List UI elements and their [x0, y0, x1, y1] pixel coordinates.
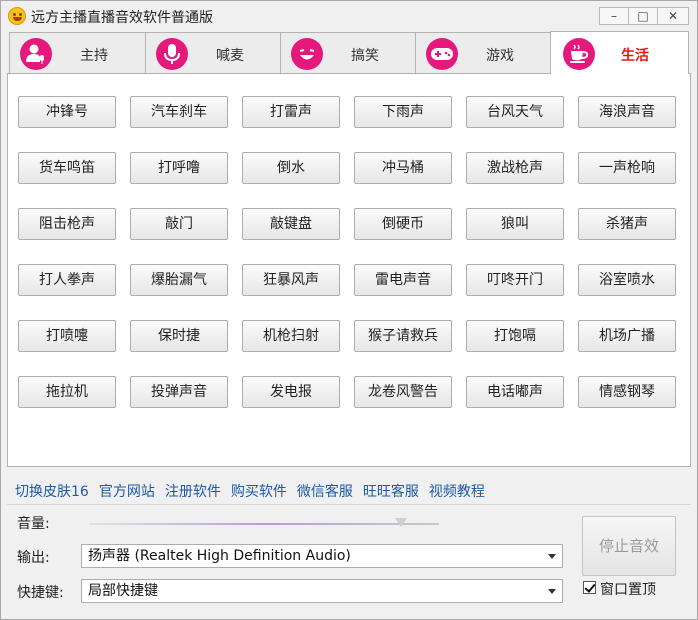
window-on-top-checkbox[interactable]: [583, 581, 596, 594]
buy-link[interactable]: 购买软件: [231, 481, 287, 501]
sound-button[interactable]: 冲锋号: [18, 96, 116, 128]
sound-button[interactable]: 保时捷: [130, 320, 228, 352]
sound-button[interactable]: 打饱嗝: [466, 320, 564, 352]
chevron-down-icon: [548, 554, 556, 559]
sound-button[interactable]: 冲马桶: [354, 152, 452, 184]
sound-button[interactable]: 爆胎漏气: [130, 264, 228, 296]
tab-label: 生活: [621, 48, 649, 64]
tab-label: 喊麦: [216, 48, 244, 64]
sound-button[interactable]: 叮咚开门: [466, 264, 564, 296]
tab-host[interactable]: 主持: [9, 32, 146, 73]
chevron-down-icon: [548, 589, 556, 594]
sound-button[interactable]: 投弹声音: [130, 376, 228, 408]
minimize-icon: –: [611, 9, 617, 23]
coffee-cup-icon: [563, 38, 595, 70]
volume-slider-thumb[interactable]: [394, 518, 407, 527]
hotkey-value: 局部快捷键: [88, 583, 158, 599]
sound-button[interactable]: 机场广播: [578, 320, 676, 352]
sound-button-panel: 冲锋号 汽车刹车 打雷声 下雨声 台风天气 海浪声音货车鸣笛 打呼噜 倒水 冲马桶 激战枪声 一声枪…: [7, 73, 691, 467]
sound-button[interactable]: 敲键盘: [242, 208, 340, 240]
sound-button[interactable]: 情感钢琴: [578, 376, 676, 408]
sound-button[interactable]: 打雷声: [242, 96, 340, 128]
app-window: 远方主播直播音效软件普通版 – □ ✕ 主持 喊麦 搞笑 游戏 生活 冲锋号 汽…: [0, 0, 698, 620]
sound-button[interactable]: 敲门: [130, 208, 228, 240]
sound-button[interactable]: 浴室喷水: [578, 264, 676, 296]
official-site-link[interactable]: 官方网站: [99, 481, 155, 501]
minimize-button[interactable]: –: [599, 7, 629, 25]
window-controls: – □ ✕: [599, 7, 689, 25]
sound-button[interactable]: 雷电声音: [354, 264, 452, 296]
footer-links: 切换皮肤16 官方网站 注册软件 购买软件 微信客服 旺旺客服 视频教程: [15, 481, 495, 501]
sound-button[interactable]: 阻击枪声: [18, 208, 116, 240]
window-on-top-label: 窗口置顶: [600, 582, 656, 598]
tab-label: 搞笑: [351, 48, 379, 64]
output-device-select[interactable]: 扬声器 (Realtek High Definition Audio): [81, 544, 563, 568]
category-tabs: 主持 喊麦 搞笑 游戏 生活: [9, 31, 689, 74]
tab-shout[interactable]: 喊麦: [145, 32, 281, 73]
window-title: 远方主播直播音效软件普通版: [31, 10, 213, 26]
stop-sound-button[interactable]: 停止音效: [582, 516, 676, 576]
gamepad-icon: [426, 38, 458, 70]
wangwang-support-link[interactable]: 旺旺客服: [363, 481, 419, 501]
sound-button[interactable]: 打喷嚏: [18, 320, 116, 352]
sound-button[interactable]: 打人拳声: [18, 264, 116, 296]
sound-button[interactable]: 拖拉机: [18, 376, 116, 408]
close-icon: ✕: [667, 9, 679, 23]
sound-button[interactable]: 激战枪声: [466, 152, 564, 184]
close-button[interactable]: ✕: [657, 7, 689, 25]
sound-button[interactable]: 下雨声: [354, 96, 452, 128]
sound-button[interactable]: 打呼噜: [130, 152, 228, 184]
hotkey-label: 快捷键:: [17, 585, 64, 601]
hotkey-select[interactable]: 局部快捷键: [81, 579, 563, 603]
sound-button[interactable]: 海浪声音: [578, 96, 676, 128]
tab-life[interactable]: 生活: [550, 31, 689, 74]
tab-game[interactable]: 游戏: [415, 32, 551, 73]
title-bar: 远方主播直播音效软件普通版 – □ ✕: [1, 1, 697, 31]
sound-button[interactable]: 狼叫: [466, 208, 564, 240]
sound-button[interactable]: 倒硬币: [354, 208, 452, 240]
sound-button[interactable]: 杀猪声: [578, 208, 676, 240]
sound-button[interactable]: 狂暴风声: [242, 264, 340, 296]
sound-button[interactable]: 机枪扫射: [242, 320, 340, 352]
divider: [7, 504, 691, 505]
sound-button[interactable]: 汽车刹车: [130, 96, 228, 128]
tab-funny[interactable]: 搞笑: [280, 32, 416, 73]
microphone-icon: [156, 38, 188, 70]
video-tutorial-link[interactable]: 视频教程: [429, 481, 485, 501]
switch-skin-link[interactable]: 切换皮肤16: [15, 481, 89, 501]
smiley-app-icon: [8, 7, 26, 25]
sound-button[interactable]: 台风天气: [466, 96, 564, 128]
sound-button[interactable]: 发电报: [242, 376, 340, 408]
tab-label: 主持: [80, 48, 108, 64]
output-label: 输出:: [17, 550, 50, 566]
laughing-face-icon: [291, 38, 323, 70]
maximize-icon: □: [637, 9, 649, 23]
host-mic-icon: [20, 38, 52, 70]
sound-button[interactable]: 一声枪响: [578, 152, 676, 184]
output-device-value: 扬声器 (Realtek High Definition Audio): [88, 548, 351, 564]
sound-button[interactable]: 猴子请救兵: [354, 320, 452, 352]
register-link[interactable]: 注册软件: [165, 481, 221, 501]
wechat-support-link[interactable]: 微信客服: [297, 481, 353, 501]
sound-button[interactable]: 电话嘟声: [466, 376, 564, 408]
tab-label: 游戏: [486, 48, 514, 64]
volume-slider-track[interactable]: [89, 523, 439, 525]
sound-button[interactable]: 龙卷风警告: [354, 376, 452, 408]
volume-label: 音量:: [17, 516, 50, 532]
sound-button[interactable]: 货车鸣笛: [18, 152, 116, 184]
sound-button[interactable]: 倒水: [242, 152, 340, 184]
maximize-button[interactable]: □: [628, 7, 658, 25]
